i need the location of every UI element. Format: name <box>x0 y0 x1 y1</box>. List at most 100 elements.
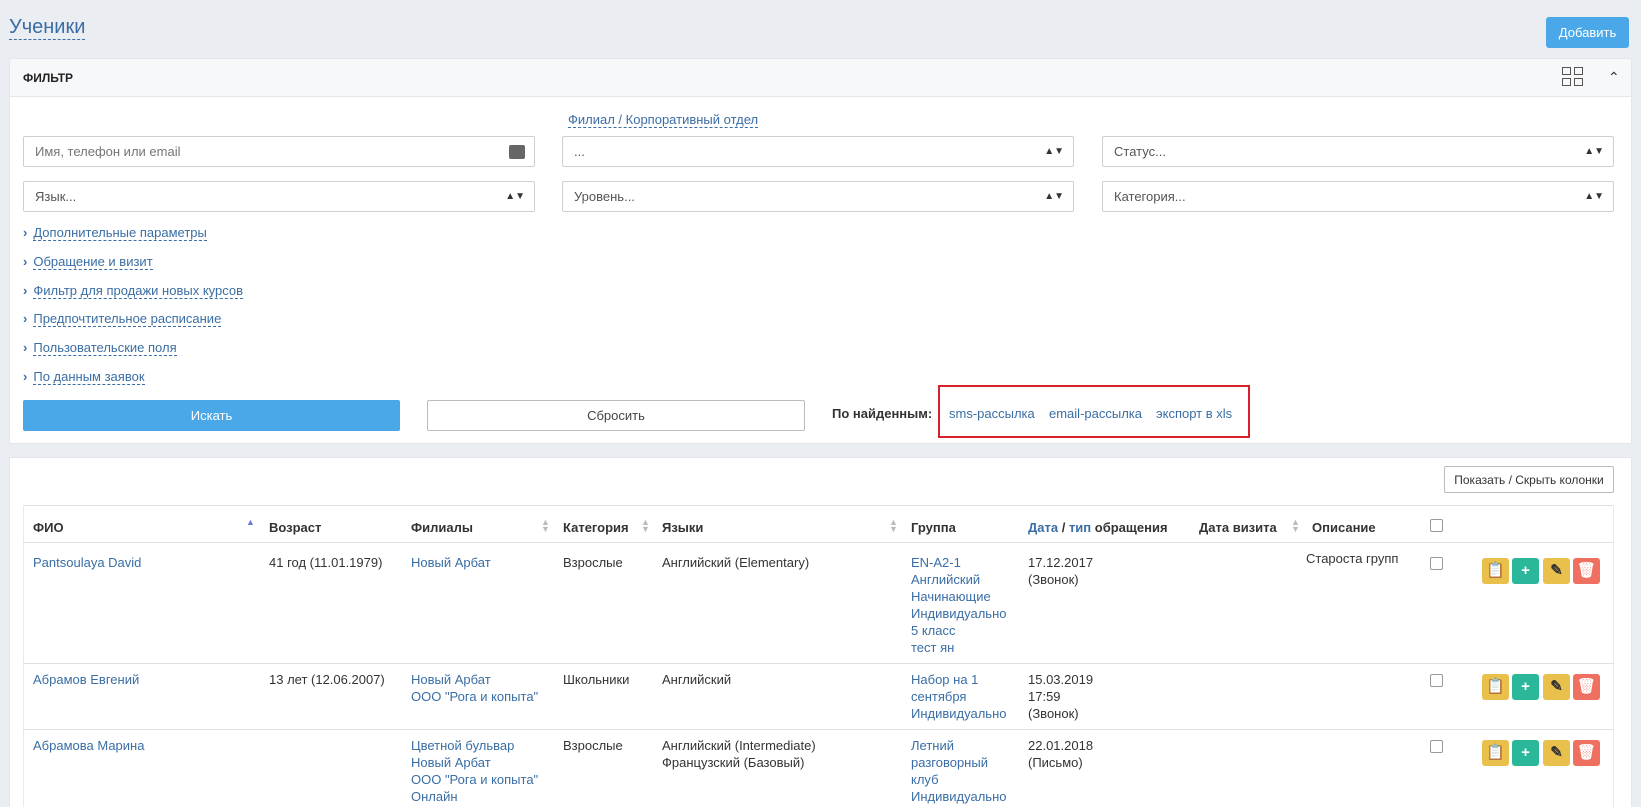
expander-label[interactable]: Дополнительные параметры <box>33 225 207 241</box>
email-link[interactable]: email-рассылка <box>1049 406 1142 421</box>
expander-sales[interactable]: › Фильтр для продажи новых курсов <box>23 283 244 299</box>
category-select-value: Категория... <box>1114 189 1186 204</box>
header-contact-date[interactable]: Дата <box>1028 520 1058 535</box>
status-select-value: Статус... <box>1114 144 1166 159</box>
level-select[interactable]: Уровень... ▲▼ <box>562 181 1074 212</box>
select-caret-icon: ▲▼ <box>1044 146 1064 157</box>
select-caret-icon: ▲▼ <box>1044 191 1064 202</box>
row-1-group[interactable]: EN-A2-1 Английский Начинающие Индивидуал… <box>911 554 1006 656</box>
header-description: Описание <box>1312 520 1376 535</box>
sort-asc-icon[interactable]: ▲ <box>246 518 255 527</box>
header-age[interactable]: Возраст <box>269 520 321 535</box>
row-1-languages: Английский (Elementary) <box>662 555 810 570</box>
search-field[interactable] <box>35 144 475 159</box>
add-button[interactable]: Добавить <box>1546 17 1629 48</box>
row-1-age: 41 год (11.01.1979) <box>269 555 383 570</box>
expander-contact[interactable]: › Обращение и визит <box>23 254 153 270</box>
chevron-right-icon: › <box>23 225 28 240</box>
row-3-category: Взрослые <box>563 738 623 753</box>
row-2-checkbox[interactable] <box>1430 674 1443 687</box>
pencil-icon[interactable]: ✎ <box>1543 558 1570 584</box>
row-1-contact: 17.12.2017 (Звонок) <box>1028 555 1094 587</box>
trash-icon[interactable]: 🗑 <box>1573 558 1600 584</box>
sort-icon[interactable]: ▲ ▼ <box>1291 518 1300 534</box>
clipboard-icon[interactable]: 📋 <box>1482 558 1509 584</box>
row-1-name[interactable]: Pantsoulaya David <box>33 554 141 571</box>
pencil-icon[interactable]: ✎ <box>1543 674 1570 700</box>
expander-label[interactable]: Предпочтительное расписание <box>33 311 222 327</box>
filter-header: ФИЛЬТР ⌃ <box>10 59 1631 97</box>
select-caret-icon: ▲▼ <box>1584 146 1604 157</box>
row-2-age: 13 лет (12.06.2007) <box>269 672 385 687</box>
page-title[interactable]: Ученики <box>9 15 86 40</box>
row-3-group[interactable]: Летний разговорный клуб Индивидуально <box>911 737 1006 805</box>
expander-label[interactable]: По данным заявок <box>33 369 145 385</box>
header-visit-date[interactable]: Дата визита <box>1199 520 1277 535</box>
row-2-branches[interactable]: Новый Арбат ООО "Рога и копыта" <box>411 671 538 705</box>
row-2-name[interactable]: Абрамов Евгений <box>33 671 139 688</box>
expander-schedule[interactable]: › Предпочтительное расписание <box>23 311 222 327</box>
reset-button[interactable]: Сбросить <box>427 400 805 431</box>
chevron-right-icon: › <box>23 283 28 298</box>
clipboard-icon[interactable]: 📋 <box>1482 740 1509 766</box>
status-select[interactable]: Статус... ▲▼ <box>1102 136 1614 167</box>
language-select[interactable]: Язык... ▲▼ <box>23 181 535 212</box>
header-contact-type[interactable]: тип <box>1069 520 1091 535</box>
header-contact[interactable]: Дата / тип обращения <box>1028 520 1168 535</box>
plus-icon[interactable]: + <box>1512 674 1539 700</box>
sort-icon[interactable]: ▲ ▼ <box>889 518 898 534</box>
keyboard-icon[interactable] <box>509 145 525 159</box>
select-all-checkbox[interactable] <box>1430 519 1443 532</box>
expander-label[interactable]: Обращение и визит <box>33 254 153 270</box>
row-1-branches[interactable]: Новый Арбат <box>411 554 491 571</box>
row-3-contact: 22.01.2018 (Письмо) <box>1028 738 1094 770</box>
sort-icon[interactable]: ▲ ▼ <box>541 518 550 534</box>
row-2-group[interactable]: Набор на 1 сентября Индивидуально <box>911 671 1006 722</box>
level-select-value: Уровень... <box>574 189 635 204</box>
header-languages[interactable]: Языки <box>662 520 703 535</box>
export-xls-link[interactable]: экспорт в xls <box>1156 406 1232 421</box>
plus-icon[interactable]: + <box>1512 740 1539 766</box>
select-caret-icon: ▲▼ <box>505 191 525 202</box>
table-right-border <box>1613 505 1614 807</box>
search-button[interactable]: Искать <box>23 400 400 431</box>
header-group[interactable]: Группа <box>911 520 956 535</box>
branch-select-value: ... <box>574 144 585 159</box>
grid-icon[interactable] <box>1562 67 1584 87</box>
plus-icon[interactable]: + <box>1512 558 1539 584</box>
row-2-languages: Английский <box>662 672 732 687</box>
branch-link[interactable]: Филиал / Корпоративный отдел <box>568 112 759 128</box>
row-3-name[interactable]: Абрамова Марина <box>33 737 144 754</box>
header-category[interactable]: Категория <box>563 520 629 535</box>
table-top-border <box>23 505 1614 506</box>
chevron-right-icon: › <box>23 340 28 355</box>
header-contact-rest: обращения <box>1091 520 1168 535</box>
row-1-checkbox[interactable] <box>1430 557 1443 570</box>
select-caret-icon: ▲▼ <box>1584 191 1604 202</box>
table-panel <box>9 457 1632 807</box>
row-2-category: Школьники <box>563 672 630 687</box>
sort-icon[interactable]: ▲ ▼ <box>641 518 650 534</box>
pencil-icon[interactable]: ✎ <box>1543 740 1570 766</box>
sms-link[interactable]: sms-рассылка <box>949 406 1035 421</box>
row-3-checkbox[interactable] <box>1430 740 1443 753</box>
header-branches[interactable]: Филиалы <box>411 520 473 535</box>
expander-label[interactable]: Фильтр для продажи новых курсов <box>33 283 244 299</box>
category-select[interactable]: Категория... ▲▼ <box>1102 181 1614 212</box>
row-2-contact: 15.03.2019 17:59 (Звонок) <box>1028 672 1094 721</box>
chevron-up-icon[interactable]: ⌃ <box>1608 69 1620 86</box>
filter-panel: ФИЛЬТР ⌃ <box>9 58 1632 444</box>
expander-label[interactable]: Пользовательские поля <box>33 340 177 356</box>
row-3-branches[interactable]: Цветной бульвар Новый Арбат ООО "Рога и … <box>411 737 538 805</box>
chevron-right-icon: › <box>23 311 28 326</box>
trash-icon[interactable]: 🗑 <box>1573 674 1600 700</box>
trash-icon[interactable]: 🗑 <box>1573 740 1600 766</box>
header-fio[interactable]: ФИО <box>33 520 64 535</box>
search-input[interactable] <box>23 136 535 167</box>
branch-select[interactable]: ... ▲▼ <box>562 136 1074 167</box>
expander-additional[interactable]: › Дополнительные параметры <box>23 225 207 241</box>
expander-custom-fields[interactable]: › Пользовательские поля <box>23 340 177 356</box>
expander-requests[interactable]: › По данным заявок <box>23 369 145 385</box>
toggle-columns-button[interactable]: Показать / Скрыть колонки <box>1444 466 1614 493</box>
clipboard-icon[interactable]: 📋 <box>1482 674 1509 700</box>
